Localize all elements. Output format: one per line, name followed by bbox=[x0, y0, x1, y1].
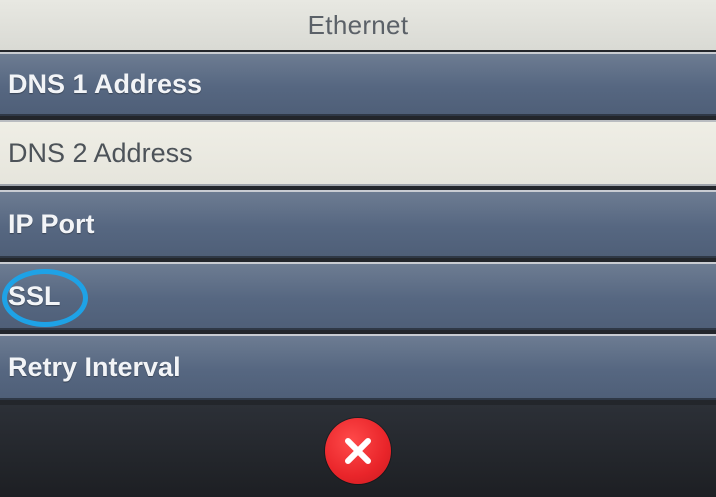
header-bar: Ethernet bbox=[0, 0, 716, 50]
close-button[interactable] bbox=[325, 418, 391, 484]
menu-item-label: IP Port bbox=[8, 208, 95, 239]
menu-item-ssl[interactable]: SSL bbox=[0, 262, 716, 330]
ethernet-settings-screen: Ethernet DNS 1 Address DNS 2 Address IP … bbox=[0, 0, 716, 497]
menu-item-dns2-address[interactable]: DNS 2 Address bbox=[0, 120, 716, 186]
menu-item-label: Retry Interval bbox=[8, 351, 181, 382]
menu-item-label: DNS 1 Address bbox=[8, 68, 203, 99]
footer-bar bbox=[0, 405, 716, 497]
menu-item-dns1-address[interactable]: DNS 1 Address bbox=[0, 52, 716, 116]
page-title: Ethernet bbox=[307, 9, 409, 40]
menu-item-label: DNS 2 Address bbox=[8, 137, 193, 168]
close-icon bbox=[345, 438, 371, 464]
menu-item-retry-interval[interactable]: Retry Interval bbox=[0, 334, 716, 400]
menu-item-label: SSL bbox=[8, 280, 61, 311]
menu-item-ip-port[interactable]: IP Port bbox=[0, 190, 716, 258]
